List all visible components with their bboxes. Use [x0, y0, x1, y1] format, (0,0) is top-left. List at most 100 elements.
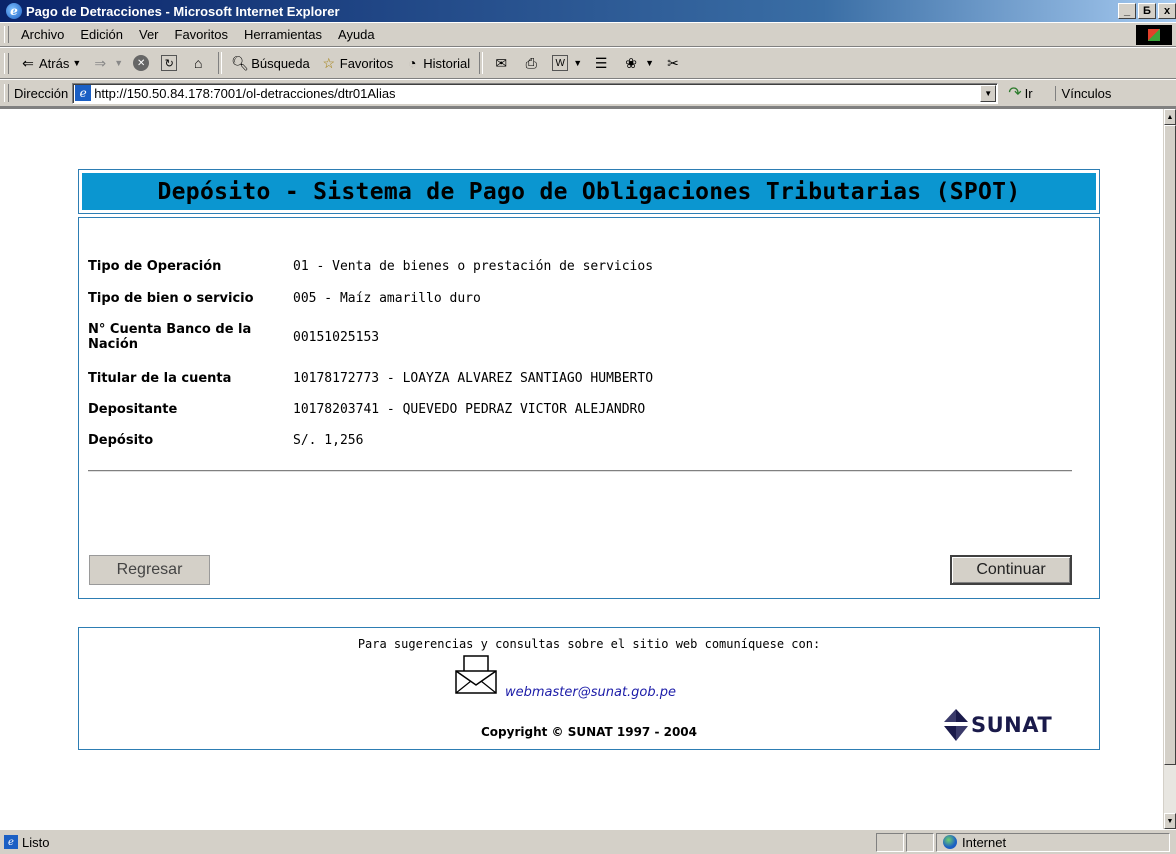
history-label: Historial — [423, 55, 471, 71]
print-button[interactable]: ⎙ — [517, 52, 547, 74]
windows-logo-throbber — [1136, 25, 1172, 45]
minimize-button[interactable]: _ — [1118, 3, 1136, 19]
field-value: 10178172773 - LOAYZA ALVAREZ SANTIAGO HU… — [293, 371, 654, 386]
sunat-logo-text: SUNAT — [971, 713, 1053, 737]
back-dropdown-icon[interactable]: ▼ — [72, 58, 81, 68]
close-button[interactable]: x — [1158, 3, 1176, 19]
mail-toolbar-icon: ✉ — [495, 54, 508, 71]
cut-button[interactable]: ✂ — [659, 52, 689, 74]
go-label: Ir — [1024, 85, 1033, 101]
zone-label: Internet — [962, 834, 1007, 850]
menu-ver[interactable]: Ver — [132, 25, 166, 44]
stop-button[interactable]: ✕ — [128, 53, 156, 73]
history-button[interactable]: ◔ Historial — [398, 52, 475, 74]
window-title-bar: e Pago de Detracciones - Microsoft Inter… — [0, 0, 1176, 22]
search-icon: 🔍︎ — [231, 54, 250, 71]
menu-herramientas[interactable]: Herramientas — [237, 25, 329, 44]
window-title: Pago de Detracciones - Microsoft Interne… — [26, 3, 340, 19]
field-row-cuenta-banco: N° Cuenta Banco de la Nación 00151025153 — [88, 322, 379, 352]
go-arrow-icon: ↷ — [1008, 85, 1022, 102]
footer-panel: Para sugerencias y consultas sobre el si… — [78, 627, 1100, 750]
mail-button[interactable]: ✉ — [487, 52, 517, 74]
menu-bar-grip[interactable] — [4, 26, 9, 43]
scroll-thumb[interactable] — [1164, 125, 1176, 765]
mailbox-icon — [455, 655, 497, 694]
field-value: 005 - Maíz amarillo duro — [293, 291, 481, 306]
windows-flag-icon — [1148, 29, 1160, 41]
forward-arrow-icon: ⇒ — [94, 54, 107, 71]
page-title: Depósito - Sistema de Pago de Obligacion… — [82, 173, 1096, 210]
page-header: Depósito - Sistema de Pago de Obligacion… — [78, 169, 1100, 214]
address-dropdown-icon[interactable]: ▼ — [980, 84, 997, 102]
status-text: Listo — [22, 834, 50, 850]
go-button[interactable]: ↷ Ir — [1008, 83, 1032, 103]
back-button[interactable]: ⇐ Atrás ▼ — [14, 52, 86, 74]
refresh-button[interactable]: ↻ — [156, 53, 184, 73]
messenger-button[interactable]: ❀ ▼ — [617, 52, 659, 74]
forward-button[interactable]: ⇒ ▼ — [86, 52, 128, 74]
scroll-down-icon[interactable]: ▼ — [1164, 813, 1176, 829]
field-value: 00151025153 — [293, 330, 380, 345]
page-viewport: Depósito - Sistema de Pago de Obligacion… — [0, 107, 1176, 829]
toolbar-separator — [218, 52, 223, 74]
regresar-button[interactable]: Regresar — [89, 555, 210, 585]
toolbar-grip[interactable] — [4, 52, 9, 74]
field-row-deposito: Depósito S/. 1,256 — [88, 433, 363, 448]
history-icon: ◔ — [407, 55, 417, 71]
footer-note: Para sugerencias y consultas sobre el si… — [357, 637, 821, 651]
vertical-scrollbar[interactable]: ▲ ▼ — [1163, 109, 1176, 829]
field-value: 10178203741 - QUEVEDO PEDRAZ VICTOR ALEJ… — [293, 402, 646, 417]
scroll-up-icon[interactable]: ▲ — [1164, 109, 1176, 125]
continuar-button[interactable]: Continuar — [950, 555, 1072, 585]
sunat-logo: SUNAT — [943, 708, 1052, 742]
toolbar-separator — [479, 52, 484, 74]
messenger-dropdown-icon[interactable]: ▼ — [645, 58, 654, 68]
print-icon: ⎙ — [525, 54, 537, 71]
back-label: Atrás — [39, 55, 70, 71]
favorites-button[interactable]: ☆ Favoritos — [315, 52, 398, 74]
field-row-titular: Titular de la cuenta 10178172773 - LOAYZ… — [88, 371, 653, 386]
menu-archivo[interactable]: Archivo — [14, 25, 71, 44]
field-row-depositante: Depositante 10178203741 - QUEVEDO PEDRAZ… — [88, 402, 645, 417]
favorites-label: Favoritos — [339, 55, 394, 71]
divider — [88, 470, 1072, 472]
edit-dropdown-icon[interactable]: ▼ — [573, 58, 582, 68]
page-icon: e — [75, 85, 92, 101]
address-bar-grip[interactable] — [4, 83, 9, 103]
menu-edicion[interactable]: Edición — [73, 25, 130, 44]
field-row-tipo-operacion: Tipo de Operación 01 - Venta de bienes o… — [88, 259, 653, 274]
status-main: e Listo — [0, 835, 874, 850]
address-label: Dirección — [14, 85, 69, 101]
links-toolbar[interactable]: Vínculos — [1054, 85, 1111, 101]
field-label: Depósito — [88, 433, 154, 448]
address-url[interactable]: http://150.50.84.178:7001/ol-detraccione… — [94, 86, 980, 101]
favorites-icon: ☆ — [322, 54, 336, 71]
standard-toolbar: ⇐ Atrás ▼ ⇒ ▼ ✕ ↻ ⌂ 🔍︎ Búsqueda ☆ Favori… — [0, 47, 1176, 79]
ie-app-icon: e — [6, 3, 22, 19]
address-input[interactable]: e http://150.50.84.178:7001/ol-detraccio… — [72, 82, 999, 104]
address-bar: Dirección e http://150.50.84.178:7001/ol… — [0, 79, 1176, 107]
home-button[interactable]: ⌂ — [184, 52, 214, 74]
discuss-button[interactable]: ☰ — [587, 52, 617, 74]
menu-ayuda[interactable]: Ayuda — [331, 25, 382, 44]
internet-globe-icon — [943, 835, 957, 849]
maximize-button[interactable]: Б — [1138, 3, 1156, 19]
field-value: S/. 1,256 — [293, 433, 364, 448]
forward-dropdown-icon[interactable]: ▼ — [114, 58, 123, 68]
field-label: Tipo de Operación — [88, 259, 222, 274]
edit-button[interactable]: W ▼ — [547, 53, 587, 73]
status-cell-lock — [906, 832, 934, 852]
stop-icon: ✕ — [133, 55, 150, 71]
search-label: Búsqueda — [251, 55, 310, 71]
webmaster-email-link[interactable]: webmaster@sunat.gob.pe — [505, 685, 676, 700]
messenger-icon: ❀ — [625, 54, 637, 71]
menu-favoritos[interactable]: Favoritos — [168, 25, 235, 44]
search-button[interactable]: 🔍︎ Búsqueda — [226, 52, 315, 74]
home-icon: ⌂ — [193, 55, 203, 71]
sunat-diamond-icon — [944, 709, 968, 741]
discuss-icon: ☰ — [594, 54, 608, 71]
menu-bar: Archivo Edición Ver Favoritos Herramient… — [0, 22, 1176, 47]
field-label: Depositante — [88, 402, 178, 417]
field-label: Titular de la cuenta — [88, 371, 232, 386]
status-zone: Internet — [936, 832, 1170, 852]
